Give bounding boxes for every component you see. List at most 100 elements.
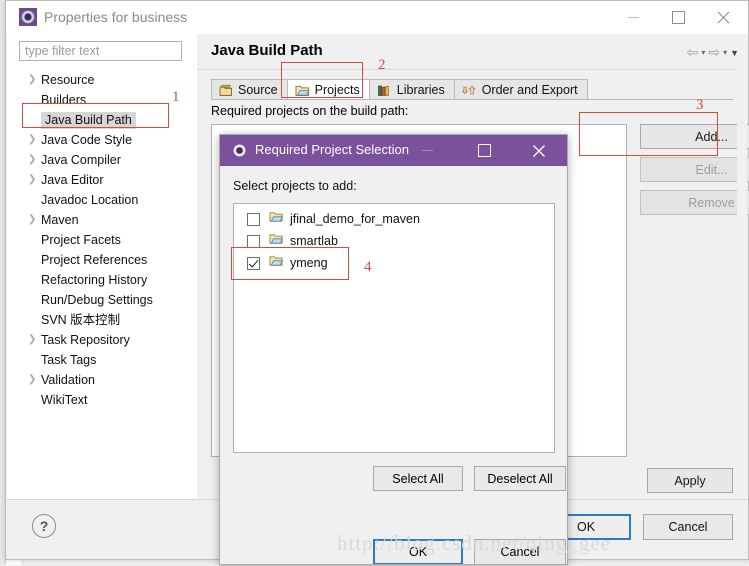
panel-scrollbar[interactable] [737,34,747,501]
libraries-books-icon [377,84,392,97]
dialog-minimize-button[interactable] [407,135,447,166]
sidebar-item-label: Task Tags [41,353,97,367]
project-checkbox[interactable] [247,234,260,248]
chevron-right-icon[interactable]: ❯ [28,370,36,390]
annotation-number-2: 2 [378,57,386,73]
tab-source[interactable]: Source [211,79,288,100]
eclipse-gear-icon [19,8,37,26]
filter-input[interactable]: type filter text [19,41,182,61]
sidebar-item-label: Java Editor [41,173,104,187]
close-button[interactable] [701,1,746,34]
sidebar-item-javadoc-location[interactable]: Javadoc Location [7,190,197,210]
chevron-right-icon[interactable]: ❯ [28,210,36,230]
sidebar-item-resource[interactable]: ❯ Resource [7,70,197,90]
sidebar-item-run-debug-settings[interactable]: Run/Debug Settings [7,290,197,310]
sidebar-item-task-tags[interactable]: Task Tags [7,350,197,370]
project-name: smartlab [290,234,338,248]
close-icon [533,144,545,157]
tab-libraries[interactable]: Libraries [368,79,455,100]
sidebar-item-label: Run/Debug Settings [41,293,153,307]
tab-strip-divider [211,99,733,100]
build-path-tabs: Source Projects Libraries Order and Export [211,78,588,100]
sidebar-item-java-code-style[interactable]: ❯ Java Code Style [7,130,197,150]
sidebar-item-java-editor[interactable]: ❯ Java Editor [7,170,197,190]
project-name: ymeng [290,256,328,270]
sidebar-item-java-compiler[interactable]: ❯ Java Compiler [7,150,197,170]
edit-button: Edit... [640,157,749,182]
maximize-button[interactable] [656,1,701,34]
order-export-arrows-icon [461,84,477,97]
tab-order-and-export[interactable]: Order and Export [453,79,588,100]
build-path-action-buttons: Add... Edit... Remove [640,124,749,223]
apply-button[interactable]: Apply [647,468,733,493]
select-all-button[interactable]: Select All [373,466,463,491]
sidebar-item-label: Java Compiler [41,153,121,167]
project-checkbox[interactable] [247,256,260,270]
project-name: jfinal_demo_for_maven [290,212,420,226]
help-icon[interactable]: ? [32,514,56,538]
tab-label: Projects [314,82,360,97]
dialog-close-button[interactable] [519,135,559,166]
forward-arrow-icon[interactable]: ⇨ [708,44,720,61]
back-arrow-icon[interactable]: ⇦ [687,44,699,61]
sidebar-item-project-facets[interactable]: Project Facets [7,230,197,250]
sidebar-item-project-references[interactable]: Project References [7,250,197,270]
sidebar-item-label: Resource [41,73,95,87]
project-checkbox-list: jfinal_demo_for_maven smartlab ymeng [233,203,555,453]
sidebar-item-svn[interactable]: SVN 版本控制 [7,310,197,330]
chevron-right-icon[interactable]: ❯ [28,70,36,90]
project-checkbox[interactable] [247,212,260,226]
sidebar-item-builders[interactable]: Builders [7,90,197,110]
source-folder-icon [219,84,233,97]
titlebar: Properties for business [6,1,748,35]
minimize-button[interactable] [611,1,656,34]
sidebar-item-label: Javadoc Location [41,193,139,207]
sidebar-item-java-build-path[interactable]: Java Build Path [7,110,197,130]
back-dropdown-icon[interactable]: ▾ [701,48,705,57]
settings-tree: ❯ Resource Builders Java Build Path ❯ Java Co… [7,67,197,501]
navigation-arrows: ⇦ ▾ ⇨ ▾ ▼ [687,44,739,61]
title-divider [197,69,747,70]
tab-projects[interactable]: Projects [286,79,370,100]
add-button[interactable]: Add... [640,124,749,149]
eclipse-gear-icon [231,142,248,159]
sidebar-item-refactoring-history[interactable]: Refactoring History [7,270,197,290]
tab-label: Libraries [396,82,445,97]
settings-sidebar: type filter text ❯ Resource Builders Java B… [7,34,198,501]
chevron-right-icon[interactable]: ❯ [28,130,36,150]
required-project-selection-dialog: Required Project Selection Select projec… [219,134,568,565]
project-list-item[interactable]: smartlab [234,230,554,252]
forward-dropdown-icon[interactable]: ▾ [723,48,727,57]
chevron-right-icon[interactable]: ❯ [28,170,36,190]
sidebar-item-label: Refactoring History [41,273,148,287]
project-list-item[interactable]: ymeng [234,252,554,274]
cancel-button[interactable]: Cancel [643,514,733,540]
sidebar-item-wikitext[interactable]: WikiText [7,390,197,410]
chevron-right-icon[interactable]: ❯ [28,150,36,170]
sidebar-item-label: Maven [41,213,79,227]
sidebar-item-maven[interactable]: ❯ Maven [7,210,197,230]
project-folder-icon [269,252,284,274]
sidebar-item-validation[interactable]: ❯ Validation [7,370,197,390]
annotation-number-1: 1 [172,89,180,105]
project-folder-icon [269,230,284,252]
watermark: http://blog.csdn.net/qing_gee [337,531,611,555]
sidebar-item-label: Builders [41,93,87,107]
chevron-right-icon[interactable]: ❯ [28,330,36,350]
sidebar-item-label: Task Repository [41,333,130,347]
tab-label: Source [238,82,278,97]
sidebar-item-label: Project References [41,253,148,267]
dialog-prompt: Select projects to add: [233,179,357,193]
deselect-all-button[interactable]: Deselect All [474,466,566,491]
sidebar-item-label: Java Build Path [41,112,136,129]
window-title: Properties for business [44,9,188,25]
annotation-number-3: 3 [696,97,704,113]
sidebar-item-task-repository[interactable]: ❯ Task Repository [7,330,197,350]
sidebar-item-label: Validation [41,373,95,387]
dialog-maximize-button[interactable] [464,135,504,166]
sidebar-item-label: WikiText [41,393,88,407]
remove-button: Remove [640,190,749,215]
project-list-item[interactable]: jfinal_demo_for_maven [234,208,554,230]
required-projects-label: Required projects on the build path: [211,104,409,118]
sidebar-item-label: Java Code Style [41,133,133,147]
